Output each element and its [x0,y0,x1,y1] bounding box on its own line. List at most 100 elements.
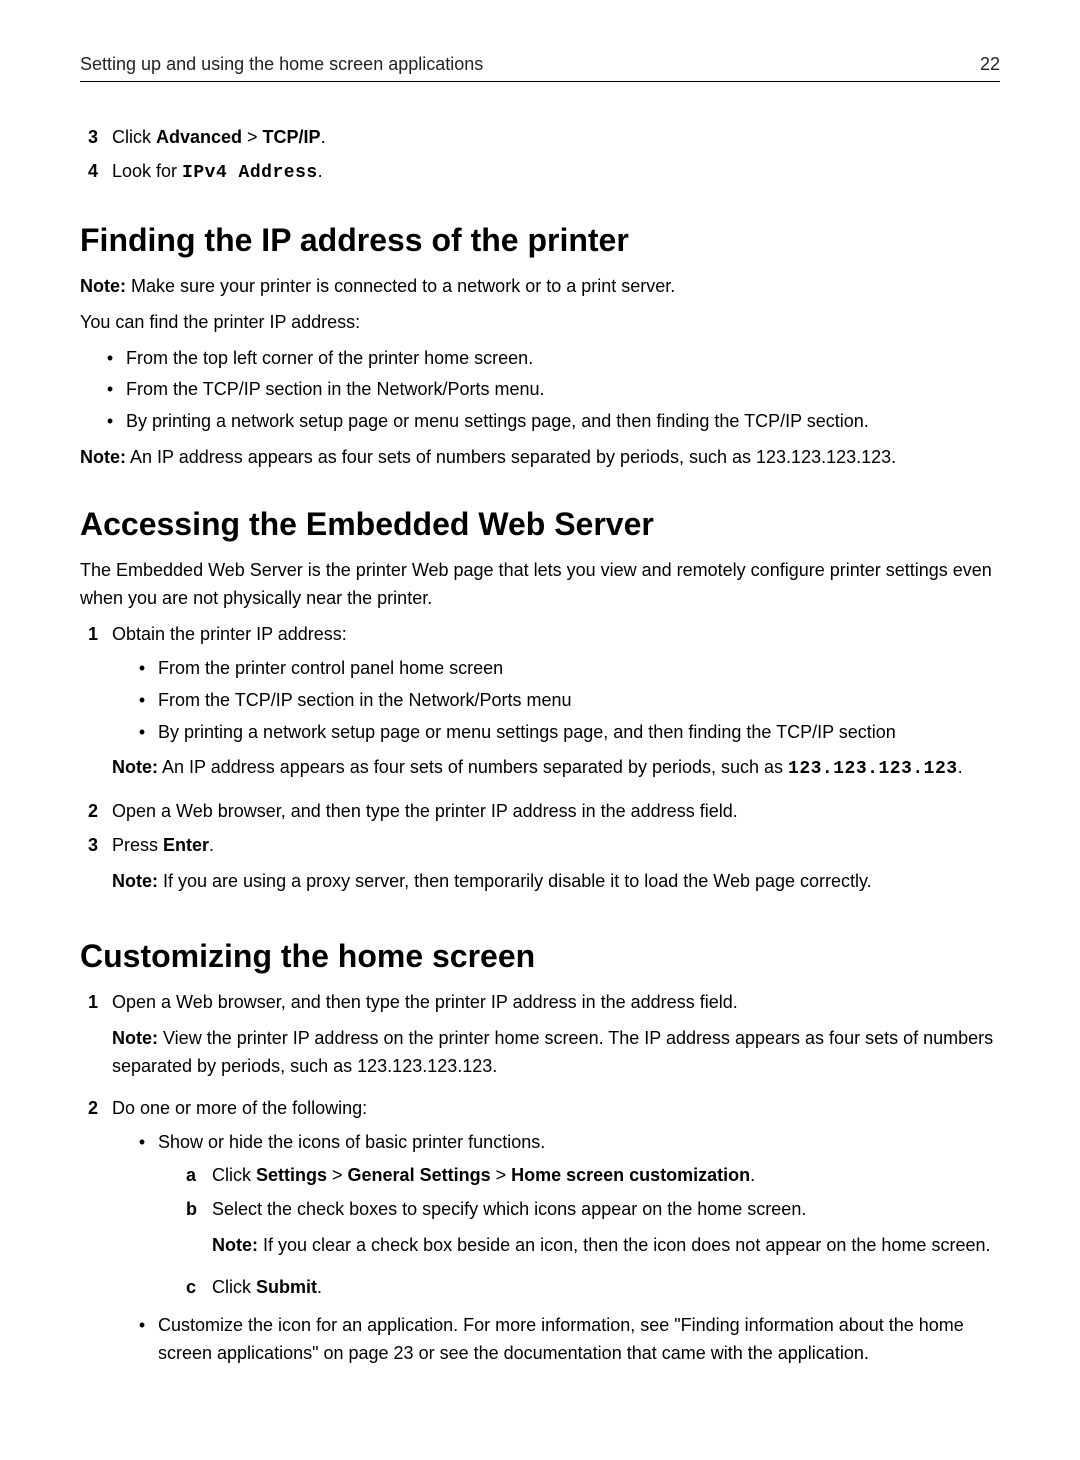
running-header: Setting up and using the home screen app… [80,54,1000,82]
substep-body: Select the check boxes to specify which … [212,1196,1000,1268]
bold-text: General Settings [348,1165,491,1185]
list-item: From the TCP/IP section in the Network/P… [136,687,1000,715]
bold-text: Advanced [156,127,242,147]
list-item: From the top left corner of the printer … [104,345,1000,373]
heading-customizing: Customizing the home screen [80,938,1000,975]
step-4: 4 Look for IPv4 Address. [80,158,1000,188]
step-number: 2 [80,1095,98,1374]
text-fragment: Click [212,1165,256,1185]
text-fragment: Look for [112,161,182,181]
step-number: 1 [80,989,98,1089]
steps-accessing: 1 Obtain the printer IP address: From th… [80,621,1000,904]
text-fragment: Show or hide the icons of basic printer … [158,1132,545,1152]
code-text: IPv4 Address [182,163,318,183]
substep-a: a Click Settings > General Settings > Ho… [186,1162,1000,1190]
page-number: 22 [980,54,1000,75]
text-fragment: . [750,1165,755,1185]
text-fragment: Select the check boxes to specify which … [212,1199,806,1219]
step-body: Press Enter. Note: If you are using a pr… [112,832,1000,904]
text-fragment: > [327,1165,348,1185]
note-text: If you clear a check box beside an icon,… [258,1235,990,1255]
body-text: You can find the printer IP address: [80,309,1000,337]
list-item: By printing a network setup page or menu… [104,408,1000,436]
bullet-list: From the printer control panel home scre… [136,655,1000,747]
bullet-list: From the top left corner of the printer … [104,345,1000,437]
lettered-steps: a Click Settings > General Settings > Ho… [186,1162,1000,1302]
list-item: From the printer control panel home scre… [136,655,1000,683]
text-fragment: . [318,161,323,181]
text-fragment: . [317,1277,322,1297]
bold-text: TCP/IP [263,127,321,147]
text-fragment: From the top left corner of the printer … [126,345,533,373]
note-label: Note: [112,1028,158,1048]
step-body: Do one or more of the following: Show or… [112,1095,1000,1374]
step-number: 4 [80,158,98,188]
text-fragment: From the printer control panel home scre… [158,655,503,683]
substep-text: Click Submit. [212,1274,1000,1302]
list-item: By printing a network setup page or menu… [136,719,1000,747]
substep-c: c Click Submit. [186,1274,1000,1302]
substep-b: b Select the check boxes to specify whic… [186,1196,1000,1268]
step-1: 1 Open a Web browser, and then type the … [80,989,1000,1089]
step-text: Click Advanced > TCP/IP. [112,124,1000,152]
text-fragment: > [242,127,263,147]
substep-letter: a [186,1162,202,1190]
substep-letter: c [186,1274,202,1302]
step-number: 1 [80,621,98,792]
bold-text: Submit [256,1277,317,1297]
step-number: 2 [80,798,98,826]
note-text: Make sure your printer is connected to a… [126,276,675,296]
note-paragraph: Note: View the printer IP address on the… [112,1025,1000,1081]
heading-finding-ip: Finding the IP address of the printer [80,222,1000,259]
continued-steps: 3 Click Advanced > TCP/IP. 4 Look for IP… [80,124,1000,188]
note-text: View the printer IP address on the print… [112,1028,993,1076]
list-item: Show or hide the icons of basic printer … [136,1129,1000,1308]
bold-text: Enter [163,835,209,855]
steps-customizing: 1 Open a Web browser, and then type the … [80,989,1000,1374]
note-paragraph: Note: If you clear a check box beside an… [212,1232,1000,1260]
note-label: Note: [80,276,126,296]
bold-text: Settings [256,1165,327,1185]
step-3: 3 Click Advanced > TCP/IP. [80,124,1000,152]
section-path: Setting up and using the home screen app… [80,54,483,75]
step-body: Obtain the printer IP address: From the … [112,621,1000,792]
text-fragment: Do one or more of the following: [112,1098,367,1118]
note-paragraph: Note: An IP address appears as four sets… [112,754,1000,784]
bold-text: Home screen customization [511,1165,750,1185]
body-text: The Embedded Web Server is the printer W… [80,557,1000,613]
text-fragment: From the TCP/IP section in the Network/P… [158,687,572,715]
step-number: 3 [80,124,98,152]
step-2: 2 Open a Web browser, and then type the … [80,798,1000,826]
substep-letter: b [186,1196,202,1268]
text-fragment: . [321,127,326,147]
text-fragment: Customize the icon for an application. F… [158,1312,1000,1368]
note-text: If you are using a proxy server, then te… [158,871,872,891]
note-paragraph: Note: Make sure your printer is connecte… [80,273,1000,301]
step-body: Open a Web browser, and then type the pr… [112,989,1000,1089]
text-fragment: Click [112,127,156,147]
substep-text: Click Settings > General Settings > Home… [212,1162,1000,1190]
list-item: From the TCP/IP section in the Network/P… [104,376,1000,404]
step-1: 1 Obtain the printer IP address: From th… [80,621,1000,792]
list-item: Customize the icon for an application. F… [136,1312,1000,1368]
text-fragment: Obtain the printer IP address: [112,624,347,644]
note-paragraph: Note: If you are using a proxy server, t… [112,868,1000,896]
step-text: Open a Web browser, and then type the pr… [112,798,1000,826]
step-3: 3 Press Enter. Note: If you are using a … [80,832,1000,904]
note-label: Note: [212,1235,258,1255]
text-fragment: Press [112,835,163,855]
text-fragment: By printing a network setup page or menu… [126,408,869,436]
bullet-list: Show or hide the icons of basic printer … [136,1129,1000,1368]
text-fragment: By printing a network setup page or menu… [158,719,896,747]
list-item-body: Show or hide the icons of basic printer … [158,1129,1000,1308]
step-text: Press Enter. [112,835,214,855]
step-2: 2 Do one or more of the following: Show … [80,1095,1000,1374]
text-fragment: Click [212,1277,256,1297]
text-fragment: . [209,835,214,855]
note-text: An IP address appears as four sets of nu… [158,757,788,777]
note-label: Note: [112,757,158,777]
text-fragment: Open a Web browser, and then type the pr… [112,992,738,1012]
code-text: 123.123.123.123 [788,759,958,779]
text-fragment: From the TCP/IP section in the Network/P… [126,376,545,404]
heading-accessing-ews: Accessing the Embedded Web Server [80,506,1000,543]
